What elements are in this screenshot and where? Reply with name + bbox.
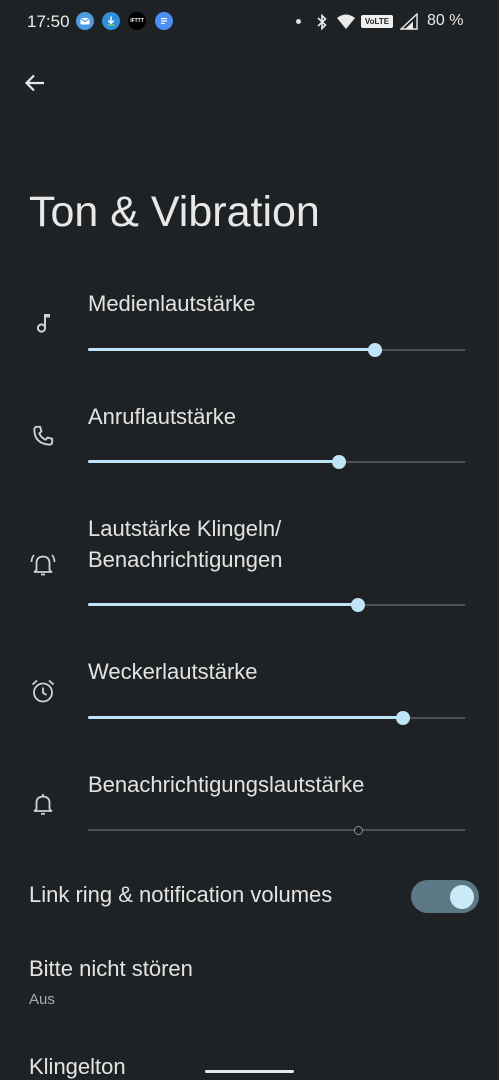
bell-icon [28,789,58,819]
notification-dot-icon [296,19,301,24]
call-volume-slider[interactable] [88,452,465,472]
signal-icon [399,12,418,35]
slider-thumb[interactable] [353,825,363,835]
dnd-title[interactable]: Bitte nicht stören [29,956,193,982]
ringtone-title[interactable]: Klingelton [29,1054,126,1080]
back-button[interactable] [20,70,50,100]
slider-thumb[interactable] [367,343,382,357]
volte-badge: VoLTE [361,12,393,32]
slider-thumb[interactable] [395,711,410,725]
media-volume-slider[interactable] [88,340,465,360]
battery-level: 80 % [427,12,464,29]
slider-track [88,829,465,831]
alarm-volume-slider[interactable] [88,708,465,728]
toggle-knob [450,884,474,909]
link-ring-label: Link ring & notification volumes [29,882,333,907]
slider-thumb[interactable] [331,455,346,469]
slider-fill [88,603,358,606]
ifttt-label: IFTTT [130,18,144,24]
media-volume-label: Medienlautstärke [88,291,256,316]
phone-icon [28,421,58,451]
mail-icon [76,12,94,30]
bell-ring-icon [28,549,58,579]
link-ring-toggle[interactable] [411,880,479,913]
page-title: Ton & Vibration [29,188,320,236]
bluetooth-icon [315,13,329,36]
music-note-icon [28,308,58,338]
wifi-icon [336,13,356,35]
slider-fill [88,348,375,351]
status-time: 17:50 [27,12,70,31]
download-icon [102,12,120,30]
volte-label: VoLTE [361,15,393,28]
alarm-volume-label: Weckerlautstärke [88,659,258,684]
alarm-clock-icon [28,676,58,706]
ring-volume-label-line2: Benachrichtigungen [88,547,283,572]
home-indicator[interactable] [205,1070,294,1073]
slider-fill [88,716,403,719]
arrow-back-icon [24,72,46,99]
notification-volume-slider[interactable] [88,820,465,840]
status-bar: 17:50 IFTTT VoLTE 80 % [0,0,499,44]
notification-volume-label: Benachrichtigungslautstärke [88,772,365,797]
slider-fill [88,460,339,463]
docs-icon [155,12,173,30]
call-volume-label: Anruflautstärke [88,404,236,429]
dnd-status: Aus [29,991,55,1008]
ring-volume-label-line1: Lautstärke Klingeln/ [88,516,282,541]
slider-thumb[interactable] [350,598,365,612]
ring-volume-slider[interactable] [88,595,465,615]
ifttt-icon: IFTTT [128,12,146,30]
sound-settings-screen: 17:50 IFTTT VoLTE 80 % Ton & Vibration M… [0,0,499,1080]
